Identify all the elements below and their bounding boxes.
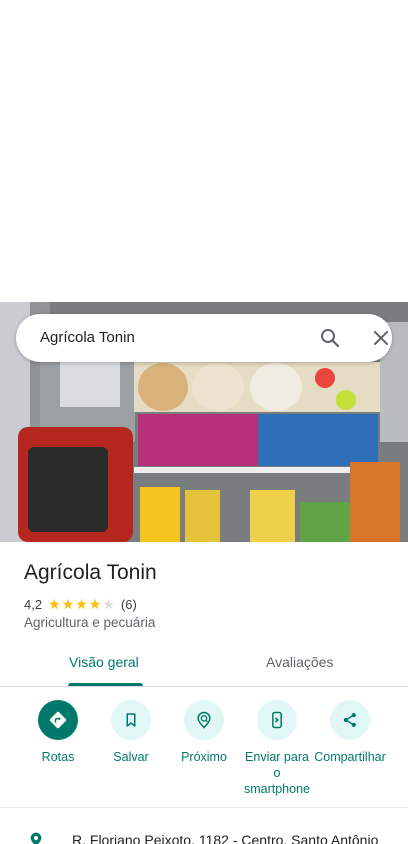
tab-reviews[interactable]: Avaliações bbox=[266, 654, 333, 670]
nearby-label: Próximo bbox=[181, 750, 227, 764]
send-to-phone-label: Enviar para o smartphone bbox=[243, 750, 310, 796]
address-text: R. Floriano Peixoto, 1182 - Centro, Sant… bbox=[72, 832, 379, 844]
action-buttons: Rotas Salvar Próximo Enviar para o smart… bbox=[0, 700, 408, 800]
search-input[interactable]: Agrícola Tonin bbox=[40, 329, 135, 346]
review-count: (6) bbox=[120, 596, 137, 612]
nearby-icon bbox=[197, 711, 211, 729]
location-pin-icon bbox=[28, 832, 44, 844]
star-rating: ★ ★ ★ ★ ★ bbox=[48, 597, 115, 611]
search-bar[interactable]: Agrícola Tonin bbox=[16, 314, 392, 362]
directions-button[interactable]: Rotas bbox=[18, 700, 98, 765]
place-title: Agrícola Tonin bbox=[24, 561, 157, 584]
send-to-phone-button[interactable]: Enviar para o smartphone bbox=[237, 700, 317, 797]
directions-icon bbox=[49, 711, 67, 729]
active-tab-indicator bbox=[68, 683, 143, 686]
share-button[interactable]: Compartilhar bbox=[310, 700, 390, 765]
search-icon[interactable] bbox=[318, 326, 342, 350]
bookmark-icon bbox=[126, 713, 136, 727]
send-to-phone-icon bbox=[272, 711, 282, 729]
tab-overview[interactable]: Visão geral bbox=[69, 654, 139, 670]
star-filled-icon: ★ bbox=[48, 596, 61, 612]
share-label: Compartilhar bbox=[314, 750, 386, 764]
rating-row[interactable]: 4,2 ★ ★ ★ ★ ★ (6) bbox=[24, 595, 137, 613]
address-row[interactable]: R. Floriano Peixoto, 1182 - Centro, Sant… bbox=[0, 828, 408, 844]
section-divider bbox=[0, 807, 408, 808]
map-blank-area bbox=[0, 0, 408, 302]
star-filled-icon: ★ bbox=[88, 596, 102, 612]
nearby-button[interactable]: Próximo bbox=[164, 700, 244, 765]
tab-bar: Visão geral Avaliações bbox=[0, 640, 408, 687]
directions-label: Rotas bbox=[41, 750, 75, 764]
place-category[interactable]: Agricultura e pecuária bbox=[24, 615, 155, 630]
rating-value: 4,2 bbox=[24, 596, 43, 612]
star-filled-icon: ★ bbox=[75, 596, 88, 612]
close-icon[interactable] bbox=[369, 326, 393, 350]
save-label: Salvar bbox=[113, 750, 149, 764]
share-icon bbox=[343, 713, 356, 727]
star-empty-icon: ★ bbox=[102, 596, 115, 612]
star-filled-icon: ★ bbox=[61, 596, 75, 612]
save-button[interactable]: Salvar bbox=[91, 700, 171, 765]
